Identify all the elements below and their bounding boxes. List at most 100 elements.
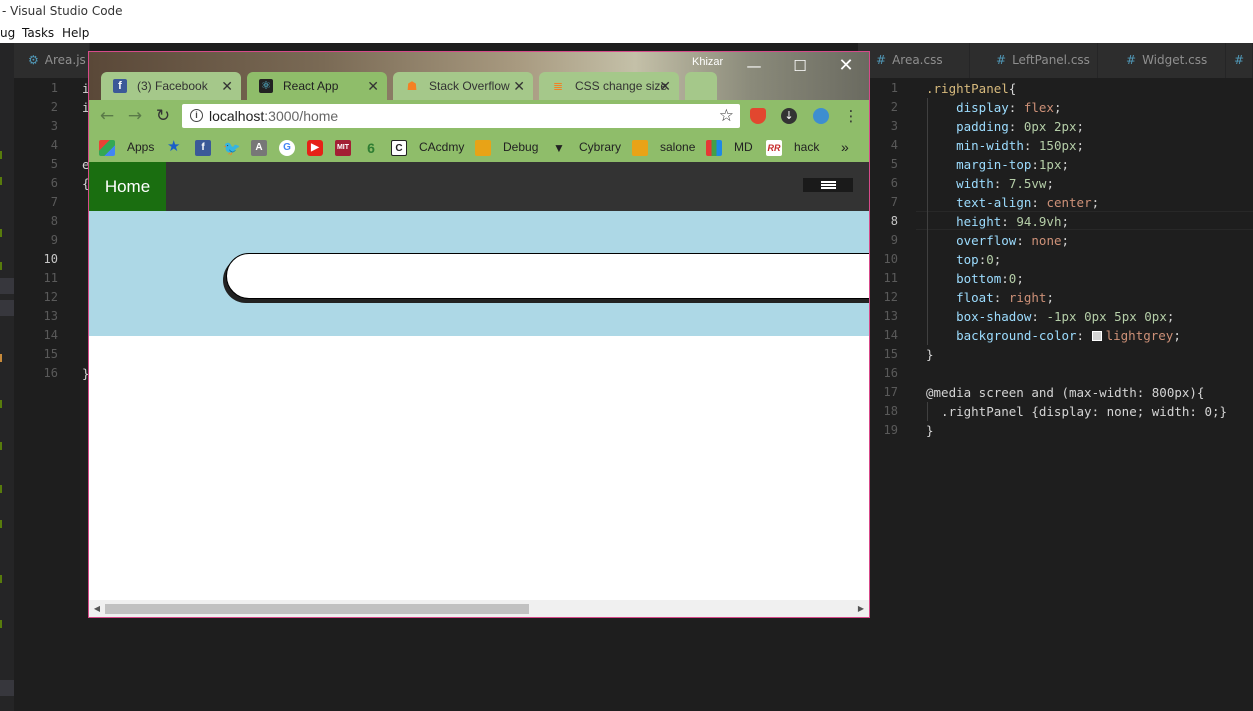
- code-line[interactable]: padding: 0px 2px;: [926, 117, 1084, 136]
- hamburger-menu-icon[interactable]: [803, 178, 853, 192]
- bookmark-salone[interactable]: salone: [660, 132, 695, 162]
- code-line[interactable]: box-shadow: -1px 0px 5px 0px;: [926, 307, 1174, 326]
- menu-help[interactable]: Help: [62, 23, 89, 43]
- tab-close-icon[interactable]: ✕: [513, 72, 525, 100]
- address-bar[interactable]: i localhost:3000/home ☆: [182, 104, 740, 128]
- tab-facebook[interactable]: f (3) Facebook ✕: [101, 72, 241, 100]
- info-icon[interactable]: i: [190, 109, 203, 122]
- hack-icon[interactable]: RR: [766, 140, 782, 156]
- tab-leftpanel-css[interactable]: # LeftPanel.css: [970, 43, 1098, 78]
- hash-icon: #: [1234, 53, 1245, 67]
- tab-close-icon[interactable]: ✕: [659, 72, 671, 100]
- page-viewport: Home: [89, 162, 869, 600]
- salone-icon[interactable]: [632, 140, 648, 156]
- profile-name[interactable]: Khizar: [692, 56, 723, 68]
- bookmark-a-icon[interactable]: A: [251, 140, 267, 156]
- back-icon[interactable]: ←: [95, 104, 119, 128]
- code-line[interactable]: }: [926, 421, 934, 440]
- bookmark-cacdmy[interactable]: CAcdmy: [419, 132, 464, 162]
- tab-close-icon[interactable]: ✕: [367, 72, 379, 100]
- cacademy-icon[interactable]: C: [391, 140, 407, 156]
- gear-icon: ⚙: [28, 53, 39, 67]
- tab-close-icon[interactable]: ✕: [221, 72, 233, 100]
- bookmark-debug[interactable]: Debug: [503, 132, 538, 162]
- line-number: 8: [50, 214, 58, 228]
- search-input[interactable]: [226, 253, 869, 299]
- scroll-right-icon[interactable]: ▶: [853, 600, 869, 617]
- twitter-icon[interactable]: 🐦: [223, 140, 240, 156]
- menu-debug[interactable]: ug: [0, 23, 15, 43]
- bookmark-md[interactable]: MD: [734, 132, 753, 162]
- star-bookmark-icon[interactable]: ★: [167, 132, 180, 162]
- tab-stack-overflow[interactable]: ☗ Stack Overflow ✕: [393, 72, 533, 100]
- extension-globe-icon[interactable]: [813, 108, 829, 124]
- app-navbar: Home: [89, 162, 869, 211]
- debug-icon[interactable]: [475, 140, 491, 156]
- close-icon[interactable]: ✕: [823, 52, 869, 80]
- code-line[interactable]: .rightPanel {display: none; width: 0;}: [926, 402, 1227, 421]
- menu-kebab-icon[interactable]: ⋮: [839, 104, 863, 128]
- window-title: - Visual Studio Code: [0, 0, 1253, 23]
- git-change-marker: [0, 575, 2, 583]
- youtube-icon[interactable]: ▶: [307, 140, 323, 156]
- menu-tasks[interactable]: Tasks: [22, 23, 54, 43]
- code-line[interactable]: overflow: none;: [926, 231, 1069, 250]
- code-line[interactable]: margin-top:1px;: [926, 155, 1069, 174]
- bookmark-apps[interactable]: Apps: [127, 132, 154, 162]
- scroll-left-icon[interactable]: ◀: [89, 600, 105, 617]
- md-icon[interactable]: [706, 140, 722, 156]
- forward-icon[interactable]: →: [123, 104, 147, 128]
- line-number: 11: [43, 271, 58, 285]
- hash-icon: #: [1126, 53, 1137, 67]
- bookmark-cybrary[interactable]: Cybrary: [579, 132, 621, 162]
- code-line[interactable]: display: flex;: [926, 98, 1061, 117]
- brave-shield-icon[interactable]: [750, 108, 766, 124]
- bookmark-star-icon[interactable]: ☆: [719, 104, 734, 128]
- color-swatch[interactable]: [1091, 331, 1102, 341]
- maximize-icon[interactable]: ☐: [777, 52, 823, 80]
- scrollbar-thumb[interactable]: [105, 604, 529, 614]
- code-line[interactable]: @media screen and (max-width: 800px){: [926, 383, 1204, 402]
- google-icon[interactable]: G: [279, 140, 295, 156]
- mit-ocw-icon[interactable]: MIT: [335, 140, 351, 156]
- new-tab-button[interactable]: [685, 72, 717, 100]
- code-line[interactable]: min-width: 150px;: [926, 136, 1084, 155]
- line-number: 16: [43, 366, 58, 380]
- nav-home-link[interactable]: Home: [89, 162, 166, 211]
- line-number: 14: [43, 328, 58, 342]
- code-line[interactable]: .rightPanel{: [926, 79, 1016, 98]
- bookmark-hack[interactable]: hack: [794, 132, 819, 162]
- minimize-icon[interactable]: —: [731, 52, 777, 80]
- line-number: 12: [43, 290, 58, 304]
- horizontal-scrollbar[interactable]: ◀ ▶: [89, 600, 869, 617]
- reload-icon[interactable]: ↻: [151, 104, 175, 128]
- git-change-marker: [0, 620, 2, 628]
- tab-css-change-size[interactable]: ≣ CSS change size ✕: [539, 72, 679, 100]
- tab-widget-css[interactable]: # Widget.css: [1098, 43, 1226, 78]
- git-change-marker: [0, 442, 2, 450]
- tab-overflow[interactable]: #: [1226, 43, 1253, 78]
- download-icon[interactable]: ↓: [781, 108, 797, 124]
- code-line[interactable]: }: [926, 345, 934, 364]
- code-line[interactable]: top:0;: [926, 250, 1001, 269]
- hash-icon: #: [996, 53, 1007, 67]
- apps-grid-icon: [99, 140, 115, 156]
- tab-area-js[interactable]: ⚙ Area.js: [14, 43, 90, 78]
- code-line[interactable]: bottom:0;: [926, 269, 1024, 288]
- code-line[interactable]: float: right;: [926, 288, 1054, 307]
- facebook-icon[interactable]: f: [195, 140, 211, 156]
- tab-area-css[interactable]: # Area.css: [858, 43, 970, 78]
- code-line[interactable]: background-color: lightgrey;: [926, 326, 1181, 345]
- hash-icon: #: [876, 53, 887, 67]
- cybrary-icon[interactable]: ▼: [551, 140, 567, 156]
- code-line[interactable]: text-align: center;: [926, 193, 1099, 212]
- bookmark-6-icon[interactable]: 6: [363, 140, 379, 156]
- tab-react-app[interactable]: ⚛ React App ✕: [247, 72, 387, 100]
- search-banner: [89, 211, 869, 336]
- line-number: 2: [50, 100, 58, 114]
- menu-bar: ug Tasks Help: [0, 23, 1253, 43]
- code-line[interactable]: height: 94.9vh;: [926, 212, 1069, 231]
- more-bookmarks-icon[interactable]: »: [841, 132, 849, 162]
- git-change-marker: [0, 151, 2, 159]
- code-line[interactable]: width: 7.5vw;: [926, 174, 1054, 193]
